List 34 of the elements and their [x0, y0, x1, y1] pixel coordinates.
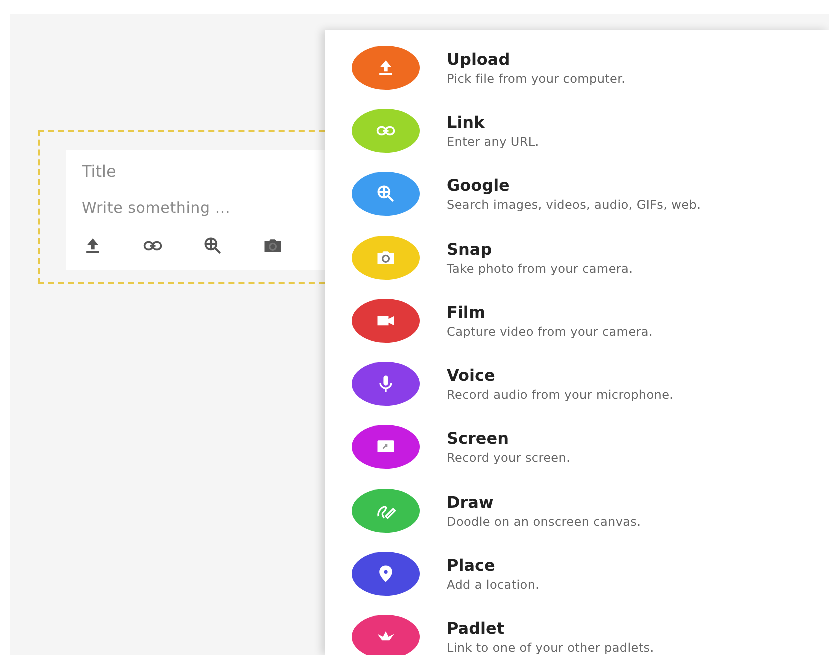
- item-title: Place: [447, 556, 496, 576]
- item-description: Add a location.: [447, 578, 540, 592]
- item-title: Film: [447, 302, 487, 322]
- item-description: Pick file from your computer.: [447, 72, 626, 86]
- item-title: Padlet: [447, 619, 506, 638]
- menu-item[interactable]: Google Search images, videos, audio, GIFs, web.: [352, 162, 829, 226]
- item-title: Snap: [447, 240, 494, 259]
- menu-item[interactable]: Place Add a location.: [352, 542, 829, 606]
- menu-item[interactable]: Upload Pick file from your computer.: [352, 36, 829, 100]
- item-title: Voice: [447, 366, 496, 386]
- item-description: Take photo from your camera.: [447, 262, 634, 276]
- menu-item[interactable]: Link Enter any URL.: [352, 99, 829, 163]
- item-description: Record audio from your microphone.: [447, 388, 674, 402]
- title-field[interactable]: Title: [82, 158, 292, 185]
- body-field[interactable]: Write something ...: [82, 195, 292, 221]
- item-title: Screen: [447, 429, 510, 448]
- item-title: Draw: [447, 492, 495, 512]
- item-description: Capture video from your camera.: [447, 324, 653, 339]
- menu-item[interactable]: Screen Record your screen.: [352, 416, 829, 480]
- item-description: Enter any URL.: [447, 134, 540, 149]
- item-description: Link to one of your other padlets.: [447, 641, 654, 655]
- menu-item[interactable]: Voice Record audio from your microphone.: [352, 352, 829, 416]
- item-description: Search images, videos, audio, GIFs, web.: [447, 198, 702, 212]
- menu-item[interactable]: Film Capture video from your camera.: [352, 289, 829, 352]
- menu-item[interactable]: Draw Doodle on an onscreen canvas.: [352, 479, 829, 542]
- item-title: Link: [447, 112, 486, 132]
- item-description: Record your screen.: [447, 451, 571, 466]
- item-description: Doodle on an onscreen canvas.: [447, 514, 642, 529]
- search-icon: [202, 235, 224, 257]
- menu-item[interactable]: Padlet Link to one of your other padlets.: [352, 606, 829, 655]
- menu-item[interactable]: Snap Take photo from your camera.: [352, 226, 829, 290]
- item-title: Upload: [447, 50, 512, 69]
- item-title: Google: [447, 176, 511, 196]
- search-button[interactable]: [202, 235, 224, 257]
